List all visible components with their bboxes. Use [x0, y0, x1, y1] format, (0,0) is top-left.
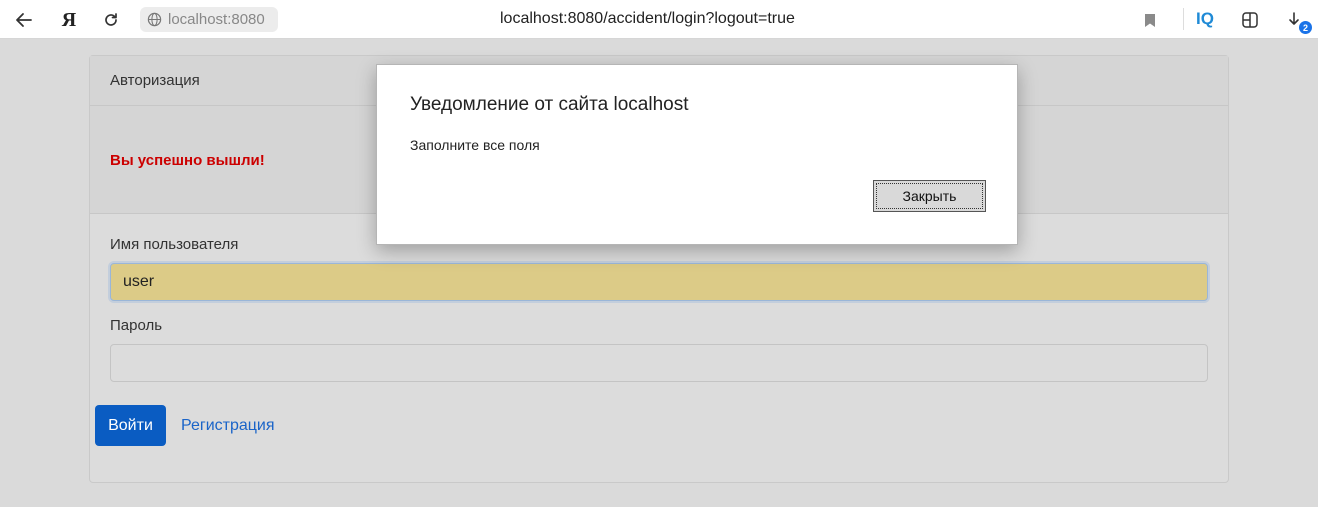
logout-alert: Вы успешно вышли! [110, 152, 265, 169]
alert-dialog: Уведомление от сайта localhost Заполните… [376, 64, 1018, 245]
toolbar-separator [1183, 8, 1184, 30]
login-button[interactable]: Войти [95, 405, 166, 446]
dialog-title: Уведомление от сайта localhost [410, 94, 689, 115]
back-arrow-icon[interactable] [10, 6, 38, 34]
browser-toolbar: Я localhost:8080 localhost:8080/accident… [0, 0, 1318, 39]
password-input[interactable] [110, 344, 1208, 382]
iq-icon[interactable]: IQ [1196, 9, 1214, 29]
address-bar[interactable]: localhost:8080/accident/login?logout=tru… [500, 10, 795, 28]
extensions-icon[interactable] [1236, 6, 1264, 34]
dialog-close-button[interactable]: Закрыть [873, 180, 986, 212]
register-link[interactable]: Регистрация [181, 417, 275, 435]
dialog-message: Заполните все поля [410, 137, 540, 153]
field-gap [110, 301, 1208, 317]
globe-icon [146, 12, 162, 28]
reload-icon[interactable] [97, 6, 125, 34]
site-host-text: localhost:8080 [168, 11, 265, 28]
bookmark-icon[interactable] [1136, 6, 1164, 34]
login-form: Имя пользователя user Пароль Войти Регис… [90, 214, 1228, 482]
site-info-chip[interactable]: localhost:8080 [140, 7, 278, 32]
password-label: Пароль [110, 317, 163, 334]
downloads-badge: 2 [1299, 21, 1312, 34]
downloads-icon[interactable]: 2 [1282, 6, 1312, 34]
username-input[interactable]: user [110, 263, 1208, 301]
yandex-icon[interactable]: Я [55, 6, 83, 34]
